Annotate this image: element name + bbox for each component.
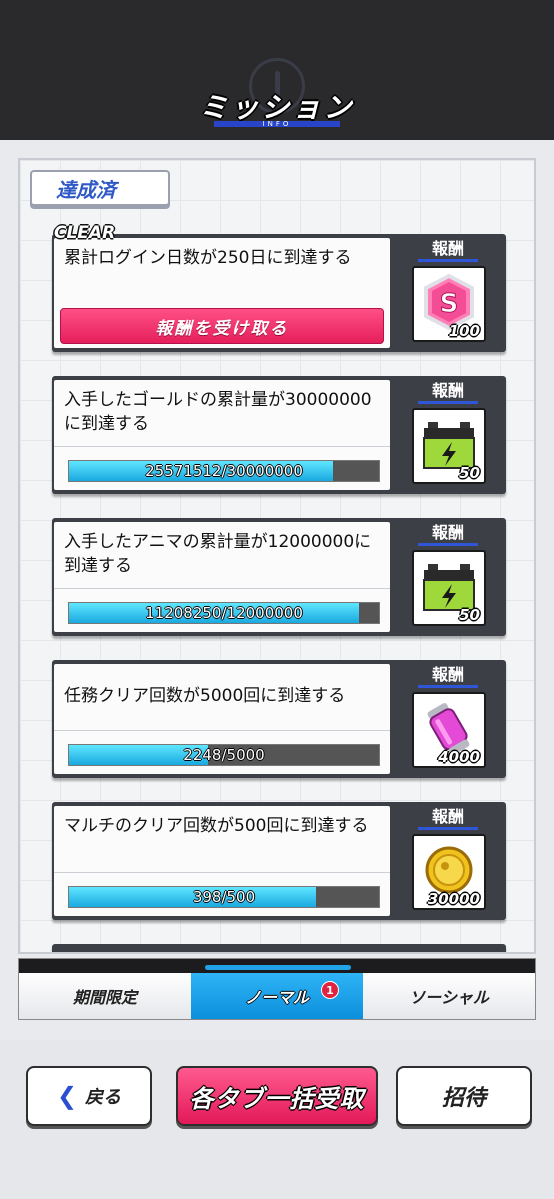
reward-item[interactable]: S 100: [412, 266, 486, 342]
reward-quantity: 30000: [427, 890, 480, 908]
mission-text: 入手したゴールドの累計量が30000000に到達する: [64, 390, 372, 434]
mission-card: 入手したアニマの累計量が12000000に到達する 11208250/12000…: [52, 518, 506, 636]
divider: [54, 588, 390, 589]
mission-card: [52, 944, 506, 952]
divider: [54, 446, 390, 447]
page-subtitle: INFO: [262, 120, 292, 128]
reward-header: 報酬: [398, 380, 498, 404]
tab-label: ソーシャル: [409, 988, 489, 1007]
reward-header: 報酬: [398, 664, 498, 688]
top-header: ミッション INFO: [0, 0, 554, 140]
achieved-section-tag: 達成済: [30, 170, 170, 206]
progress-text: 2248/5000: [183, 746, 265, 764]
back-label: 戻る: [85, 1087, 122, 1108]
active-tab-indicator: [205, 965, 351, 970]
mission-card: 任務クリア回数が5000回に到達する 2248/5000 報酬 4000: [52, 660, 506, 778]
reward-item[interactable]: 50: [412, 408, 486, 484]
progress-text: 398/500: [192, 888, 256, 906]
reward-quantity: 50: [459, 606, 480, 624]
mission-card: 累計ログイン日数が250日に到達する 報酬を受け取る 報酬 S 100: [52, 234, 506, 352]
chevron-left-icon: ❮: [56, 1082, 78, 1110]
notification-badge: 1: [321, 981, 339, 999]
svg-text:S: S: [440, 289, 459, 319]
mission-body: 入手したアニマの累計量が12000000に到達する 11208250/12000…: [54, 522, 390, 632]
reward-header: 報酬: [398, 522, 498, 546]
tab-limited[interactable]: 期間限定: [19, 973, 191, 1019]
tab-social[interactable]: ソーシャル: [363, 973, 535, 1019]
claim-all-button[interactable]: 各タブ一括受取: [176, 1066, 378, 1126]
mission-text: 入手したアニマの累計量が12000000に到達する: [64, 532, 372, 576]
reward-item[interactable]: 30000: [412, 834, 486, 910]
mission-text: 任務クリア回数が5000回に到達する: [64, 686, 346, 706]
divider: [54, 872, 390, 873]
progress-bar: 2248/5000: [68, 744, 380, 766]
reward-quantity: 50: [459, 464, 480, 482]
claim-reward-button[interactable]: 報酬を受け取る: [60, 308, 384, 344]
reward-quantity: 4000: [438, 748, 480, 766]
mission-text: 累計ログイン日数が250日に到達する: [64, 248, 352, 268]
mission-body: 任務クリア回数が5000回に到達する 2248/5000: [54, 664, 390, 774]
mission-list-panel[interactable]: 達成済 CLEAR 累計ログイン日数が250日に到達する 報酬を受け取る 報酬 …: [18, 158, 536, 954]
mission-text: マルチのクリア回数が500回に到達する: [64, 816, 369, 836]
progress-text: 25571512/30000000: [145, 462, 303, 480]
progress-bar: 398/500: [68, 886, 380, 908]
reward-header: 報酬: [398, 238, 498, 262]
reward-item[interactable]: 4000: [412, 692, 486, 768]
clear-label: CLEAR: [54, 223, 116, 243]
mission-body: 累計ログイン日数が250日に到達する 報酬を受け取る: [54, 238, 390, 348]
mission-card: マルチのクリア回数が500回に到達する 398/500 報酬 30000: [52, 802, 506, 920]
tab-label: 期間限定: [72, 988, 137, 1007]
mission-body: マルチのクリア回数が500回に到達する 398/500: [54, 806, 390, 916]
mission-tab-bar: 期間限定 ノーマル 1 ソーシャル: [18, 958, 536, 1020]
tab-normal[interactable]: ノーマル 1: [191, 973, 363, 1019]
reward-item[interactable]: 50: [412, 550, 486, 626]
reward-quantity: 100: [448, 322, 480, 340]
back-button[interactable]: ❮ 戻る: [26, 1066, 152, 1126]
tab-label: ノーマル: [244, 988, 309, 1007]
progress-text: 11208250/12000000: [145, 604, 303, 622]
reward-header: 報酬: [398, 806, 498, 830]
progress-bar: 25571512/30000000: [68, 460, 380, 482]
progress-bar: 11208250/12000000: [68, 602, 380, 624]
mission-card: 入手したゴールドの累計量が30000000に到達する 25571512/3000…: [52, 376, 506, 494]
mission-body: 入手したゴールドの累計量が30000000に到達する 25571512/3000…: [54, 380, 390, 490]
divider: [54, 730, 390, 731]
invite-button[interactable]: 招待: [396, 1066, 532, 1126]
